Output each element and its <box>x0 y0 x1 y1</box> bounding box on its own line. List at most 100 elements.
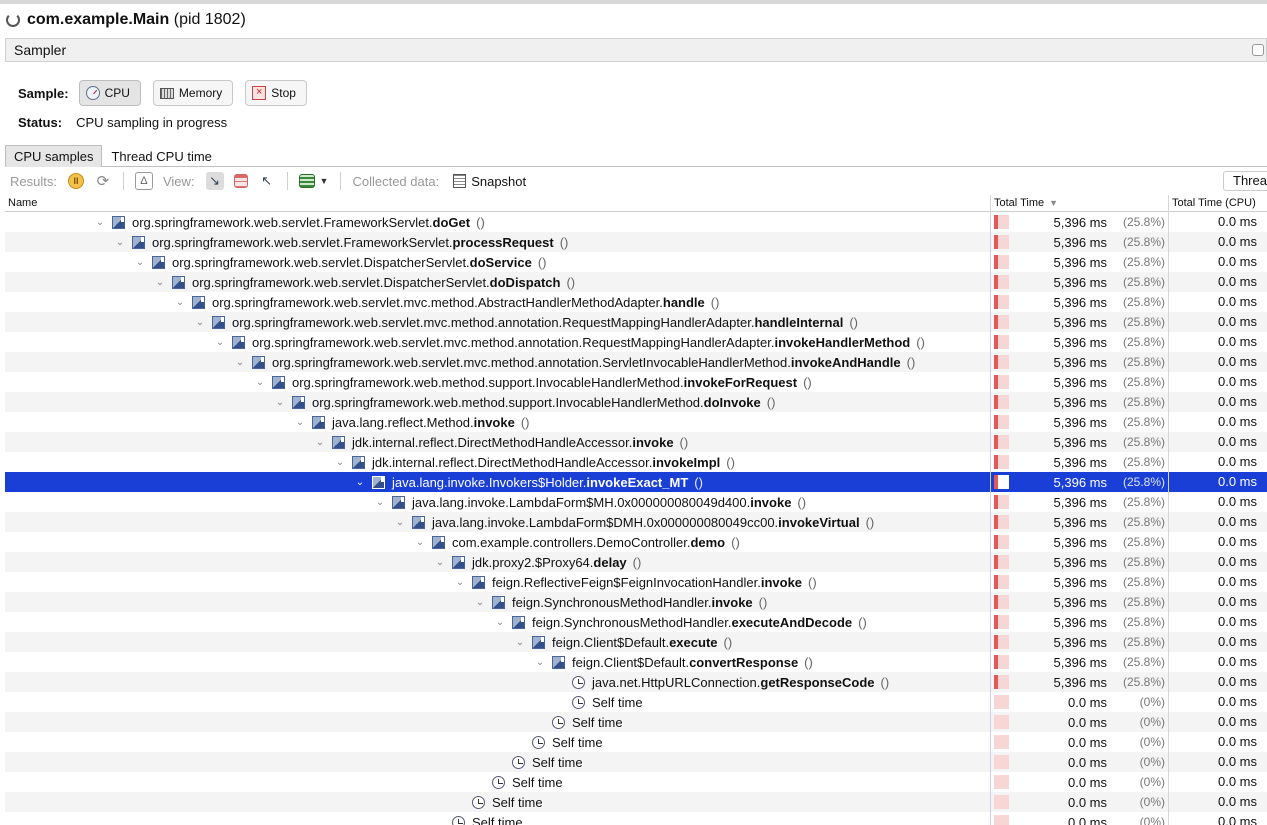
chevron-down-icon[interactable]: ⌄ <box>153 277 167 288</box>
chevron-down-icon[interactable]: ⌄ <box>493 617 507 628</box>
time-bar <box>994 275 1009 289</box>
chevron-down-icon[interactable]: ⌄ <box>393 517 407 528</box>
total-time-cell: 5,396 ms (25.8%) <box>991 372 1169 392</box>
chevron-down-icon[interactable]: ⌄ <box>473 597 487 608</box>
table-row[interactable]: ⌄ java.lang.invoke.LambdaForm$DMH.0x00000… <box>5 512 1267 532</box>
method-name: java.lang.invoke.LambdaForm$DMH.0x000000… <box>432 515 860 530</box>
table-row[interactable]: ⌄ com.example.controllers.DemoController.… <box>5 532 1267 552</box>
total-time-value: 5,396 ms <box>1053 674 1107 690</box>
name-cell: java.net.HttpURLConnection.getResponseCo… <box>5 672 991 692</box>
refresh-icon[interactable]: ⟳ <box>94 172 112 190</box>
chevron-down-icon[interactable]: ⌄ <box>513 637 527 648</box>
table-row[interactable]: ⌄ org.springframework.web.servlet.Dispatc… <box>5 272 1267 292</box>
table-row[interactable]: ⌄ org.springframework.web.servlet.Dispatc… <box>5 252 1267 272</box>
table-row[interactable]: ⌄ org.springframework.web.method.support.… <box>5 372 1267 392</box>
total-time-cell: 5,396 ms (25.8%) <box>991 592 1169 612</box>
time-bar-fill <box>994 635 998 649</box>
chevron-down-icon[interactable]: ⌄ <box>313 437 327 448</box>
name-cell: Self time <box>5 772 991 792</box>
pause-icon[interactable] <box>67 173 84 189</box>
call-tree-icon[interactable]: ↘ <box>205 172 224 190</box>
snapshot-icon[interactable] <box>453 174 467 188</box>
delta-icon[interactable]: Δ <box>134 172 153 190</box>
snapshot-button[interactable]: Snapshot <box>471 174 526 189</box>
table-row[interactable]: ⌄ feign.ReflectiveFeign$FeignInvocationHa… <box>5 572 1267 592</box>
table-row[interactable]: Self time 0.0 ms (0%) 0.0 ms <box>5 732 1267 752</box>
method-icon <box>392 495 405 509</box>
chevron-down-icon[interactable]: ⌄ <box>93 217 107 228</box>
method-identifier: invoke <box>473 414 515 430</box>
table-row[interactable]: ⌄ jdk.internal.reflect.DirectMethodHandle… <box>5 432 1267 452</box>
table-row[interactable]: ⌄ org.springframework.web.servlet.mvc.met… <box>5 332 1267 352</box>
color-icon[interactable] <box>298 174 315 188</box>
total-time-percent: (25.8%) <box>1122 255 1165 269</box>
method-icon <box>112 215 125 229</box>
chevron-down-icon[interactable]: ⌄ <box>233 357 247 368</box>
time-bar <box>994 535 1009 549</box>
time-bar <box>994 215 1009 229</box>
sampler-settings-checkbox[interactable] <box>1252 44 1264 56</box>
method-args: () <box>566 274 576 290</box>
chevron-down-icon[interactable]: ⌄ <box>433 557 447 568</box>
table-row[interactable]: ⌄ feign.Client$Default.execute () 5,396 ms (… <box>5 632 1267 652</box>
cpu-button[interactable]: CPU <box>78 80 141 106</box>
table-row[interactable]: ⌄ org.springframework.web.servlet.mvc.met… <box>5 352 1267 372</box>
table-row[interactable]: ⌄ feign.SynchronousMethodHandler.executeA… <box>5 612 1267 632</box>
method-identifier: execute <box>669 634 718 650</box>
chevron-down-icon[interactable]: ⌄ <box>353 477 367 488</box>
table-row[interactable]: ⌄ java.lang.invoke.Invokers$Holder.invoke… <box>5 472 1267 492</box>
chevron-down-icon[interactable]: ⌄ <box>213 337 227 348</box>
chevron-down-icon[interactable]: ⌄ <box>533 657 547 668</box>
chevron-down-icon[interactable]: ⌄ <box>173 297 187 308</box>
total-time-cell: 5,396 ms (25.8%) <box>991 312 1169 332</box>
table-row[interactable]: java.net.HttpURLConnection.getResponseCo… <box>5 672 1267 692</box>
table-row[interactable]: Self time 0.0 ms (0%) 0.0 ms <box>5 812 1267 825</box>
table-row[interactable]: ⌄ java.lang.invoke.LambdaForm$MH.0x000000… <box>5 492 1267 512</box>
name-cell: ⌄ java.lang.invoke.Invokers$Holder.invoke… <box>5 472 991 492</box>
table-row[interactable]: ⌄ jdk.proxy2.$Proxy64.delay () 5,396 ms (25.… <box>5 552 1267 572</box>
total-time-percent: (25.8%) <box>1122 555 1165 569</box>
hot-spots-icon[interactable] <box>233 174 248 188</box>
sampler-section-header[interactable]: Sampler <box>5 38 1267 62</box>
chevron-down-icon[interactable]: ⌄ <box>293 417 307 428</box>
table-row[interactable]: ⌄ org.springframework.web.servlet.Framewo… <box>5 212 1267 232</box>
memory-button[interactable]: Memory <box>152 80 234 106</box>
table-row[interactable]: ⌄ feign.Client$Default.convertResponse () 5… <box>5 652 1267 672</box>
table-row[interactable]: Self time 0.0 ms (0%) 0.0 ms <box>5 712 1267 732</box>
table-row[interactable]: Self time 0.0 ms (0%) 0.0 ms <box>5 792 1267 812</box>
column-header-name[interactable]: Name <box>5 195 991 212</box>
table-row[interactable]: ⌄ org.springframework.web.servlet.mvc.met… <box>5 312 1267 332</box>
time-bar <box>994 455 1009 469</box>
chevron-down-icon[interactable]: ⌄ <box>333 457 347 468</box>
table-row[interactable]: Self time 0.0 ms (0%) 0.0 ms <box>5 692 1267 712</box>
chevron-down-icon[interactable]: ⌄ <box>253 377 267 388</box>
tab-cpu-samples[interactable]: CPU samples <box>5 145 103 167</box>
column-header-total-time[interactable]: Total Time ▼ <box>991 195 1169 212</box>
total-time-percent: (25.8%) <box>1122 355 1165 369</box>
table-row[interactable]: ⌄ org.springframework.web.servlet.Framewo… <box>5 232 1267 252</box>
chevron-down-icon[interactable]: ⌄ <box>373 497 387 508</box>
table-row[interactable]: Self time 0.0 ms (0%) 0.0 ms <box>5 772 1267 792</box>
chevron-down-icon[interactable]: ⌄ <box>133 257 147 268</box>
table-row[interactable]: Self time 0.0 ms (0%) 0.0 ms <box>5 752 1267 772</box>
chevron-down-icon[interactable]: ⌄ <box>273 397 287 408</box>
chevron-down-icon[interactable]: ⌄ <box>453 577 467 588</box>
table-row[interactable]: ⌄ org.springframework.web.servlet.mvc.met… <box>5 292 1267 312</box>
total-time-cell: 0.0 ms (0%) <box>991 792 1169 812</box>
time-bar <box>994 515 1009 529</box>
tab-thread-cpu-time[interactable]: Thread CPU time <box>102 145 220 167</box>
chevron-down-icon[interactable]: ⌄ <box>413 537 427 548</box>
threads-button[interactable]: Threa <box>1223 171 1267 191</box>
back-trace-icon[interactable]: ↖ <box>258 172 276 190</box>
results-label: Results: <box>10 173 57 189</box>
table-row[interactable]: ⌄ feign.SynchronousMethodHandler.invoke ()… <box>5 592 1267 612</box>
table-row[interactable]: ⌄ jdk.internal.reflect.DirectMethodHandle… <box>5 452 1267 472</box>
stop-button[interactable]: × Stop <box>245 80 307 106</box>
table-row[interactable]: ⌄ org.springframework.web.method.support.… <box>5 392 1267 412</box>
time-bar-fill <box>994 555 998 569</box>
chevron-down-icon[interactable]: ⌄ <box>193 317 207 328</box>
column-header-total-time-cpu[interactable]: Total Time (CPU) <box>1169 195 1267 212</box>
chevron-down-icon[interactable]: ▼ <box>320 176 329 186</box>
table-row[interactable]: ⌄ java.lang.reflect.Method.invoke () 5,396 … <box>5 412 1267 432</box>
chevron-down-icon[interactable]: ⌄ <box>113 237 127 248</box>
